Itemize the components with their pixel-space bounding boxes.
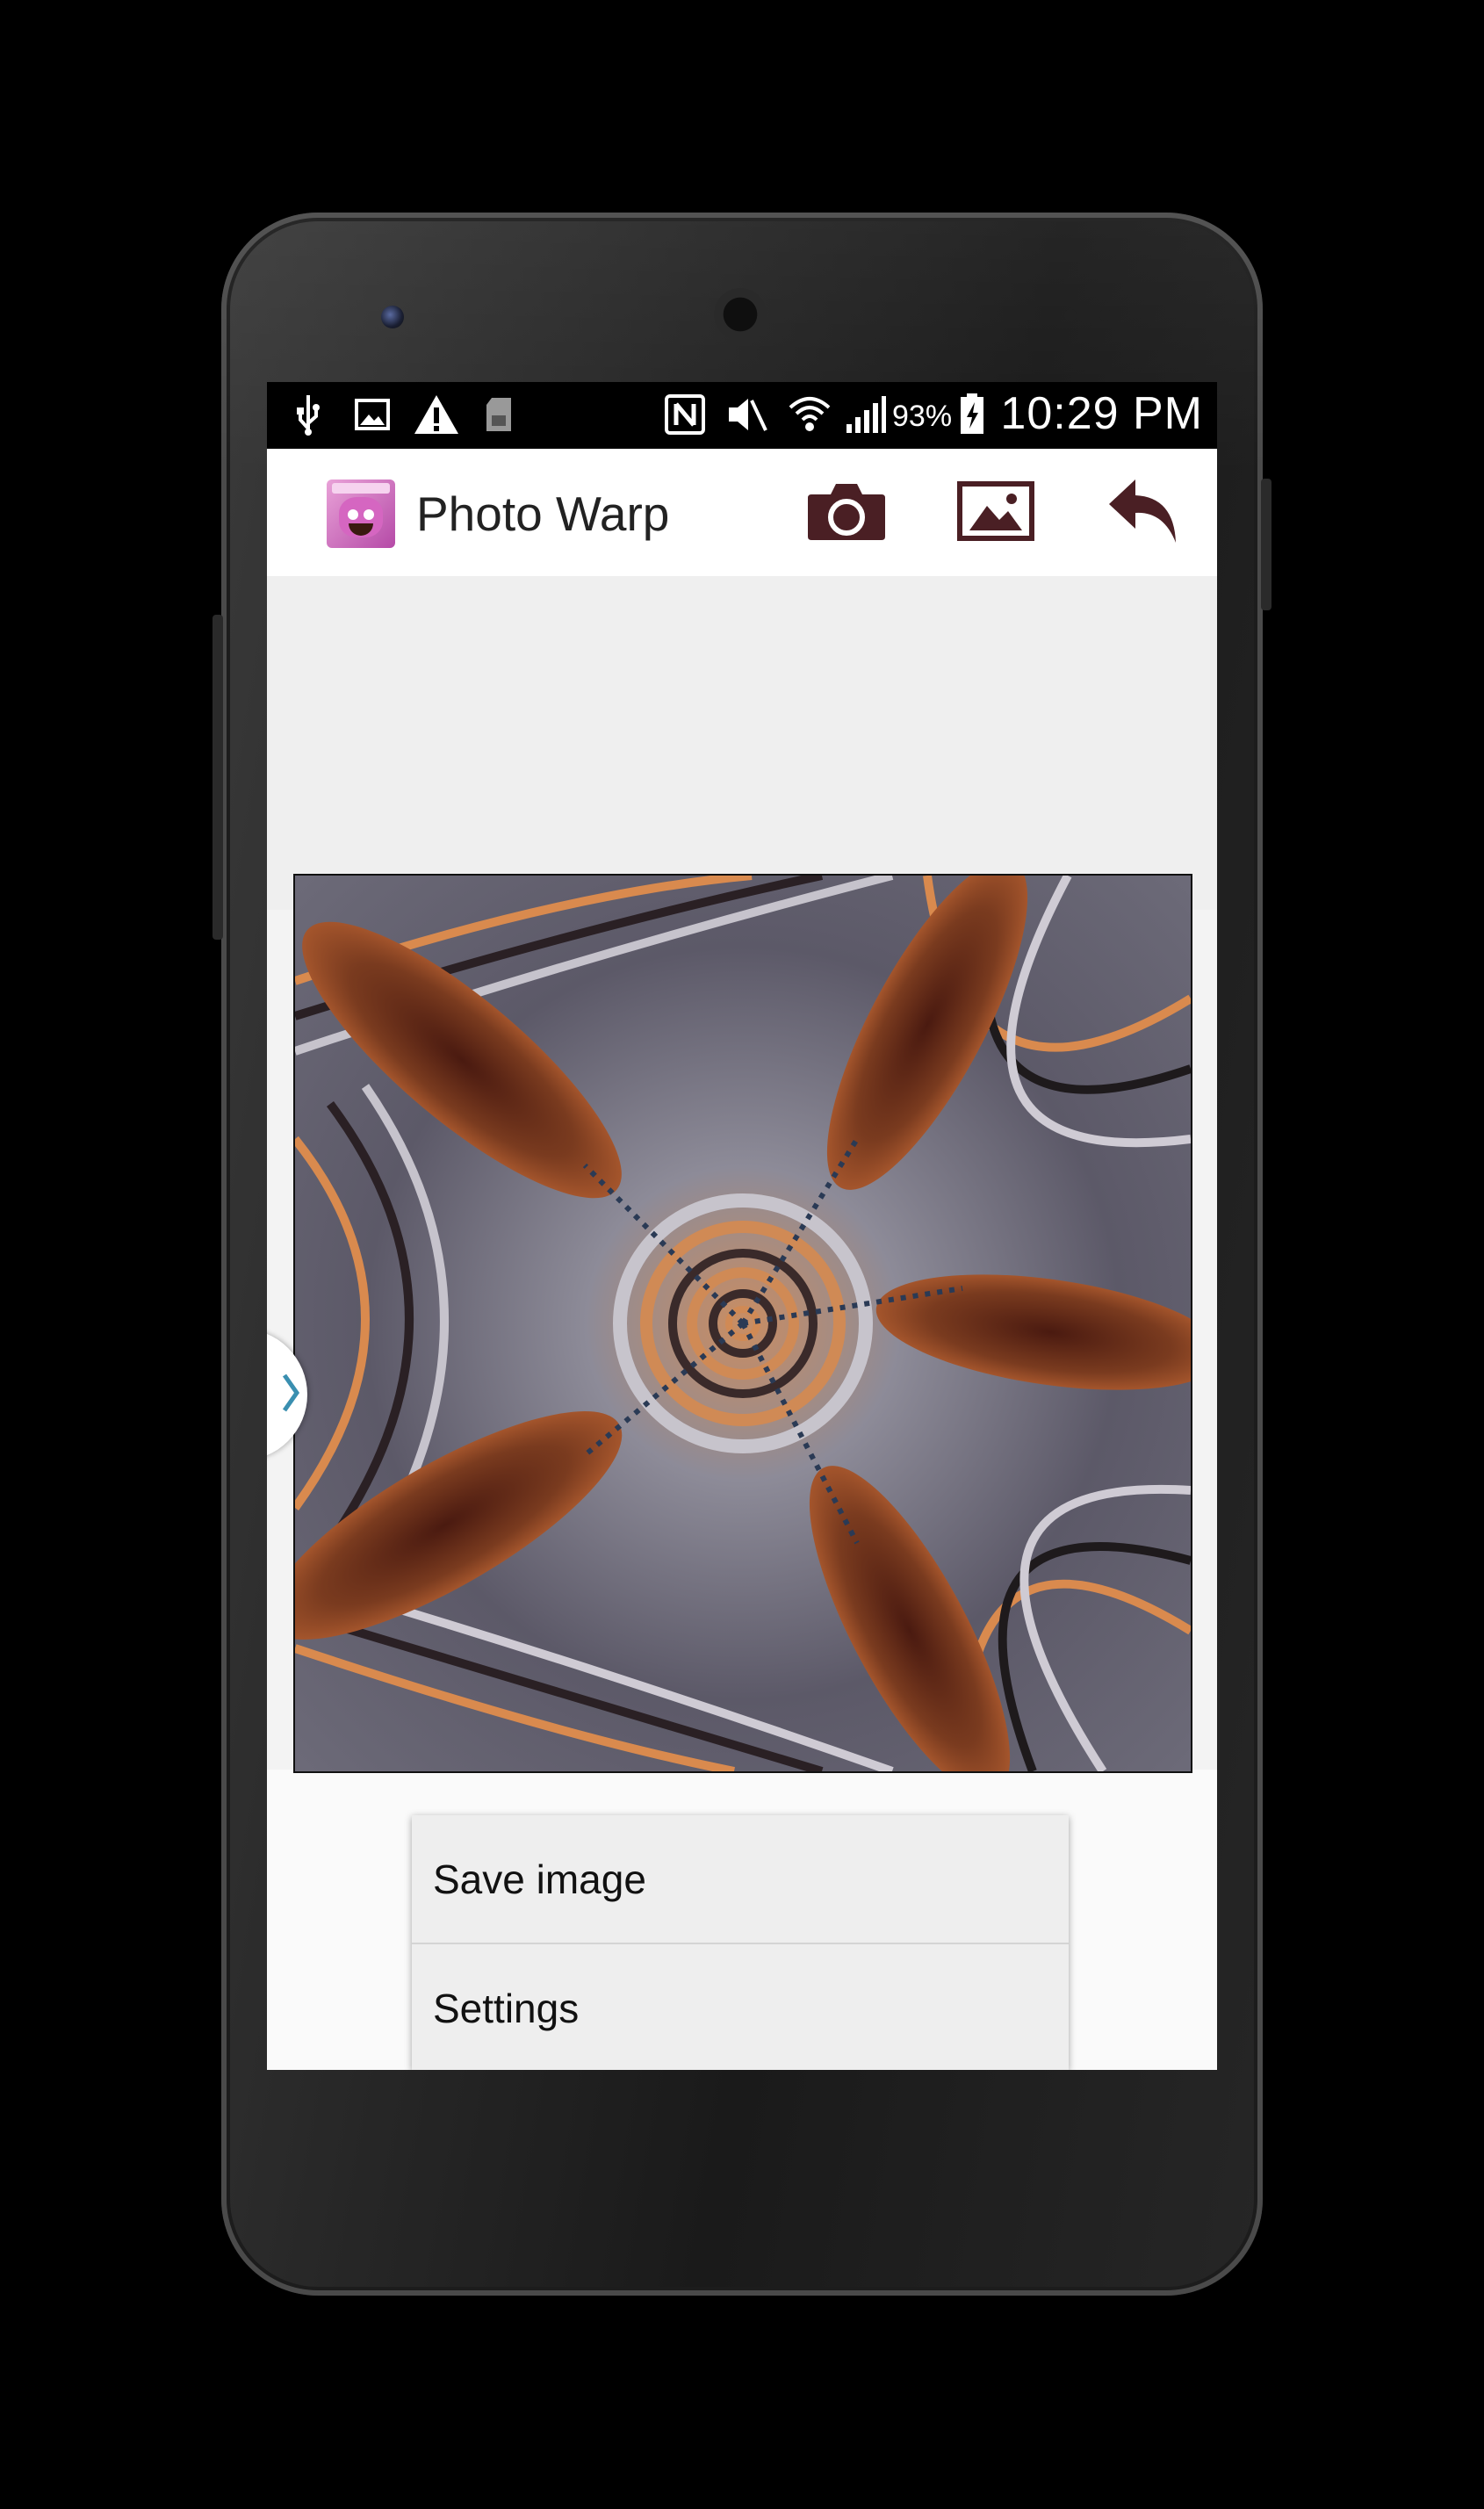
screen: 93% 10:29 PM Photo Warp Save image Setti… <box>267 382 1217 2070</box>
app-logo-icon <box>327 479 395 548</box>
front-camera <box>381 306 404 328</box>
volume-button <box>213 615 223 940</box>
power-button <box>1261 479 1271 610</box>
menu-item-label: Settings <box>433 1986 580 2031</box>
warning-icon <box>413 393 460 436</box>
image-notification-icon <box>355 393 390 436</box>
battery-charging-icon <box>959 393 985 436</box>
signal-icon <box>843 393 887 436</box>
mute-icon <box>725 393 767 436</box>
sd-card-icon <box>485 393 513 436</box>
menu-item-settings[interactable]: Settings <box>412 1944 1069 2070</box>
overflow-menu: Save image Settings <box>412 1815 1069 2070</box>
warped-photo-icon <box>295 876 1191 1771</box>
content-background <box>267 576 1217 910</box>
warped-photo[interactable] <box>293 874 1192 1773</box>
wifi-icon <box>787 393 832 436</box>
menu-item-label: Save image <box>433 1857 646 1902</box>
camera-button[interactable] <box>803 473 890 552</box>
nfc-icon <box>664 393 706 436</box>
gallery-icon <box>957 480 1034 545</box>
chevron-right-icon <box>281 1372 300 1418</box>
status-bar: 93% 10:29 PM <box>267 382 1217 449</box>
usb-icon <box>293 393 323 436</box>
proximity-sensor <box>1064 309 1077 321</box>
menu-item-save-image[interactable]: Save image <box>412 1815 1069 1943</box>
app-title: Photo Warp <box>416 487 670 541</box>
undo-icon <box>1106 476 1181 551</box>
gallery-button[interactable] <box>952 473 1040 552</box>
undo-button[interactable] <box>1099 473 1187 552</box>
light-sensor <box>1099 309 1112 321</box>
clock: 10:29 PM <box>1000 388 1203 439</box>
battery-percent: 93% <box>892 400 953 433</box>
camera-icon <box>806 480 887 546</box>
app-bar: Photo Warp <box>267 449 1217 576</box>
earpiece-speaker <box>714 288 767 341</box>
